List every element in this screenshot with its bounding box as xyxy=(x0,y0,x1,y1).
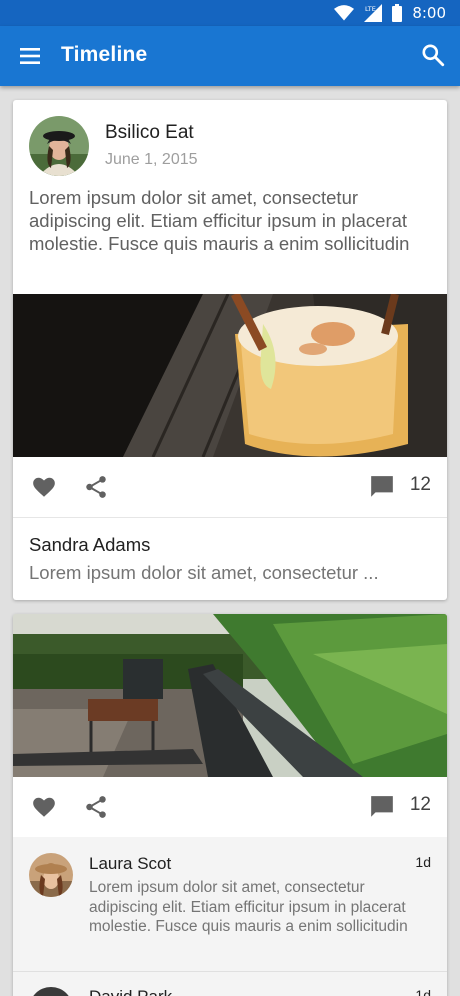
post-image-drink[interactable] xyxy=(13,294,447,457)
network-type: LTE xyxy=(365,5,376,13)
page-title: Timeline xyxy=(61,43,148,66)
wifi-icon xyxy=(334,5,355,21)
comment-icon[interactable] xyxy=(369,794,395,820)
comment-icon[interactable] xyxy=(369,474,395,500)
comment-author[interactable]: Laura Scot xyxy=(89,854,171,874)
status-time: 8:00 xyxy=(412,4,446,22)
menu-icon[interactable] xyxy=(18,45,42,67)
comment-author[interactable]: David Park xyxy=(89,987,172,996)
commenter-avatar[interactable] xyxy=(29,853,73,897)
comment-text: Lorem ipsum dolor sit amet, consectetur … xyxy=(89,879,408,935)
share-icon[interactable] xyxy=(83,794,109,820)
post-author[interactable]: Bsilico Eat xyxy=(105,122,194,144)
comment-time: 1d xyxy=(415,987,431,996)
post-date: June 1, 2015 xyxy=(105,151,198,168)
search-icon[interactable] xyxy=(420,42,446,68)
heart-icon[interactable] xyxy=(31,474,57,500)
comment-count: 12 xyxy=(409,794,431,815)
post-actions: 12 xyxy=(13,777,447,837)
signal-icon: LTE xyxy=(364,4,383,22)
comment-author[interactable]: Sandra Adams xyxy=(29,534,150,556)
post-card: 12 Laura Scot 1d Lorem ipsum dolor sit a… xyxy=(13,614,447,996)
status-bar: LTE 8:00 xyxy=(0,0,460,26)
battery-icon xyxy=(392,4,403,22)
post-body: Lorem ipsum dolor sit amet, consectetur … xyxy=(29,187,410,254)
post-card: Bsilico Eat June 1, 2015 Lorem ipsum dol… xyxy=(13,100,447,600)
post-actions: 12 xyxy=(13,457,447,517)
commenter-avatar[interactable] xyxy=(29,987,73,996)
app-bar: Timeline xyxy=(0,26,460,86)
comment-time: 1d xyxy=(415,854,431,870)
divider xyxy=(13,517,447,518)
heart-icon[interactable] xyxy=(31,794,57,820)
share-icon[interactable] xyxy=(83,474,109,500)
comments-list: Laura Scot 1d Lorem ipsum dolor sit amet… xyxy=(13,837,447,996)
comment-preview: Lorem ipsum dolor sit amet, consectetur … xyxy=(29,562,379,583)
post-image-bench[interactable] xyxy=(13,614,447,777)
divider xyxy=(13,971,447,972)
author-avatar[interactable] xyxy=(29,116,89,176)
comment-count: 12 xyxy=(409,474,431,495)
